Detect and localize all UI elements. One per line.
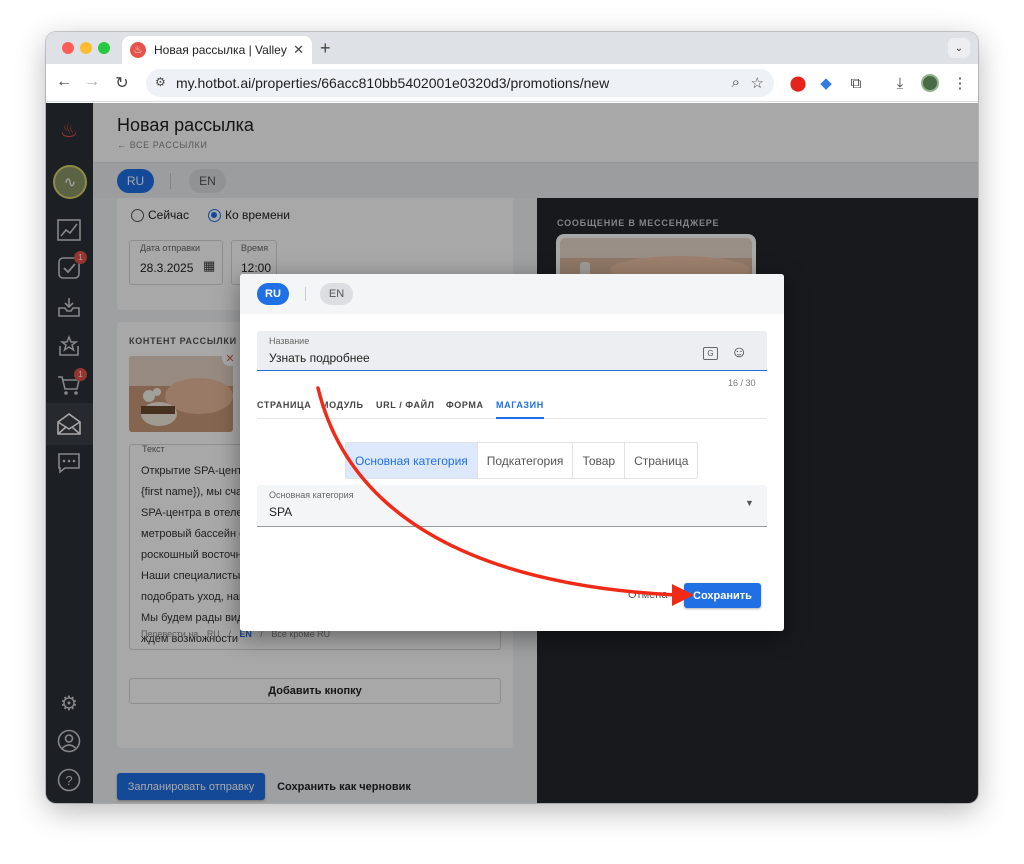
browser-tab[interactable]: ♨ Новая рассылка | Valley Hotel ✕	[122, 36, 312, 64]
link-type-tabs: СТРАНИЦА МОДУЛЬ URL / ФАЙЛ ФОРМА МАГАЗИН	[257, 394, 767, 419]
shop-target-segmented: Основная категория Подкатегория Товар Ст…	[345, 442, 699, 479]
translate-icon[interactable]: G	[703, 347, 718, 360]
modal-language-bar: RU EN	[240, 274, 784, 314]
button-settings-dialog: RU EN Название Узнать подробнее G ☺ 16 /…	[240, 274, 784, 631]
tab-search-icon[interactable]: ⌄	[948, 38, 970, 58]
opera-extension-icon[interactable]: ⬤	[788, 73, 808, 93]
segment-product[interactable]: Товар	[573, 443, 626, 478]
emoji-icon[interactable]: ☺	[731, 344, 747, 362]
tab-strip: ♨ Новая рассылка | Valley Hotel ✕ + ⌄	[46, 32, 978, 64]
reload-icon[interactable]: ↻	[112, 73, 132, 93]
dropdown-arrow-icon[interactable]: ▼	[745, 498, 754, 508]
tab-form[interactable]: ФОРМА	[446, 400, 484, 410]
profile-avatar-icon[interactable]	[920, 73, 940, 93]
close-window-button[interactable]	[62, 42, 74, 54]
segment-page[interactable]: Страница	[625, 443, 697, 478]
browser-toolbar: ← → ↻ ⚙ my.hotbot.ai/properties/66acc810…	[46, 64, 978, 102]
flame-icon: ♨	[130, 42, 146, 58]
bookmark-star-icon[interactable]: ☆	[751, 74, 764, 92]
extensions-icon[interactable]: ⧉	[846, 73, 866, 93]
segment-main-category[interactable]: Основная категория	[346, 443, 478, 478]
url-text: my.hotbot.ai/properties/66acc810bb540200…	[176, 75, 610, 91]
save-button[interactable]: Сохранить	[684, 583, 761, 608]
download-icon[interactable]: ⤓	[890, 73, 910, 93]
tab-shop[interactable]: МАГАЗИН	[496, 400, 544, 419]
tab-url-file[interactable]: URL / ФАЙЛ	[376, 400, 435, 410]
close-tab-icon[interactable]: ✕	[293, 42, 304, 58]
back-icon[interactable]: ←	[54, 73, 74, 91]
modal-lang-en-button[interactable]: EN	[320, 283, 353, 305]
browser-menu-icon[interactable]: ⋮	[950, 73, 970, 93]
button-name-input[interactable]: Название Узнать подробнее G ☺	[257, 331, 767, 371]
zoom-icon[interactable]: ⌕	[732, 74, 740, 91]
app: ♨ ∿ 1 1 ⚙ ? Новая рассылка ← ВСЕ РАССЫЛК…	[46, 103, 978, 803]
tag-extension-icon[interactable]: ◆	[816, 73, 836, 93]
site-settings-icon[interactable]: ⚙	[155, 75, 166, 89]
button-name-label: Название	[269, 336, 310, 346]
tab-module[interactable]: МОДУЛЬ	[321, 400, 364, 410]
address-bar[interactable]: ⚙ my.hotbot.ai/properties/66acc810bb5402…	[146, 69, 774, 97]
main-category-select[interactable]: Основная категория SPA ▼	[257, 485, 767, 527]
button-name-value: Узнать подробнее	[269, 351, 370, 365]
main-category-value: SPA	[269, 505, 293, 519]
forward-icon[interactable]: →	[82, 73, 102, 91]
char-counter: 16 / 30	[728, 378, 756, 388]
minimize-window-button[interactable]	[80, 42, 92, 54]
segment-subcategory[interactable]: Подкатегория	[478, 443, 574, 478]
tab-page[interactable]: СТРАНИЦА	[257, 400, 311, 410]
cancel-button[interactable]: Отмена	[628, 589, 667, 601]
new-tab-icon[interactable]: +	[320, 38, 331, 59]
main-category-label: Основная категория	[269, 490, 354, 500]
maximize-window-button[interactable]	[98, 42, 110, 54]
modal-lang-divider	[305, 287, 306, 301]
browser-window: ♨ Новая рассылка | Valley Hotel ✕ + ⌄ ← …	[46, 32, 978, 803]
tab-title: Новая рассылка | Valley Hotel	[154, 43, 287, 57]
modal-lang-ru-button[interactable]: RU	[257, 283, 289, 305]
